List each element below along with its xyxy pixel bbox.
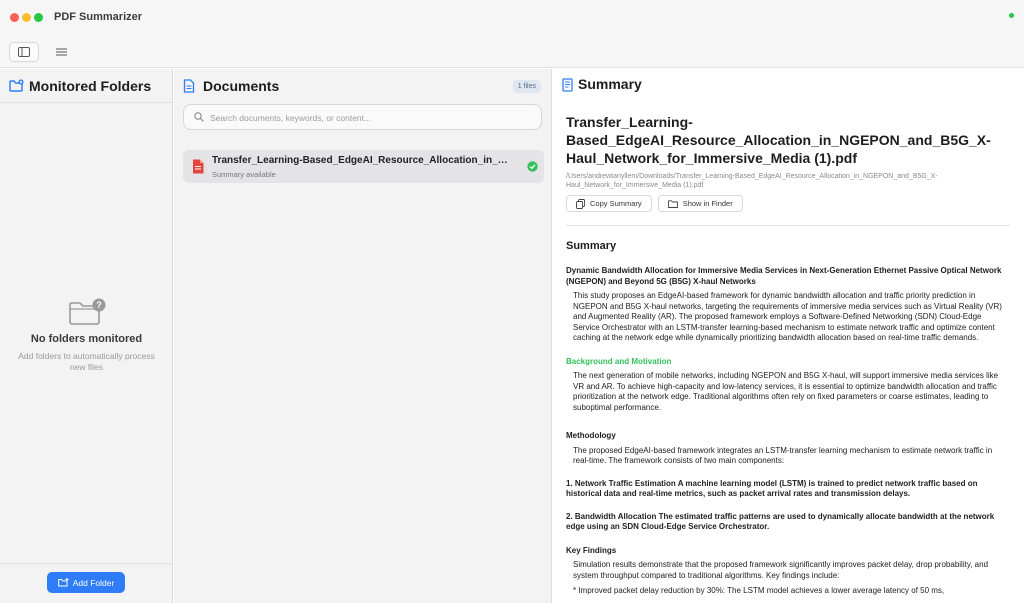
- background-title: Background and Motivation: [566, 356, 672, 366]
- paper-main-title: Dynamic Bandwidth Allocation for Immersi…: [566, 266, 1002, 286]
- folder-add-icon: [9, 79, 24, 92]
- method-item-2: 2. Bandwidth Allocation The estimated tr…: [566, 511, 995, 532]
- check-circle-icon: [527, 161, 538, 172]
- show-in-finder-label: Show in Finder: [682, 199, 733, 208]
- files-count-badge: 1 files: [512, 80, 541, 93]
- search-input[interactable]: [210, 109, 530, 126]
- summary-content: Transfer_Learning-Based_EdgeAI_Resource_…: [566, 113, 1010, 597]
- toggle-sidebar-button[interactable]: [9, 42, 39, 62]
- empty-state-subtitle: Add folders to automatically process new…: [18, 351, 155, 372]
- background-paragraph: The next generation of mobile networks, …: [573, 371, 999, 412]
- left-footer: Add Folder: [0, 563, 173, 603]
- app-title: PDF Summarizer: [54, 11, 143, 23]
- monitored-folders-pane: Monitored Folders ? No folders monitored…: [0, 69, 173, 603]
- document-status: Summary available: [212, 170, 276, 179]
- methodology-title: Methodology: [566, 431, 616, 440]
- summary-heading: Summary: [566, 240, 617, 252]
- folder-plus-icon: [57, 578, 69, 587]
- empty-state-title: No folders monitored: [30, 333, 143, 345]
- status-indicator: [1009, 13, 1014, 18]
- pdf-title: Transfer_Learning-Based_EdgeAI_Resource_…: [566, 114, 991, 166]
- document-name: Transfer_Learning-Based_EdgeAI_Resource_…: [212, 155, 512, 166]
- search-box: [183, 104, 542, 130]
- divider: [566, 225, 1010, 226]
- svg-text:?: ?: [96, 300, 102, 310]
- folder-question-icon: ?: [68, 298, 105, 325]
- intro-paragraph: This study proposes an EdgeAI-based fram…: [573, 291, 1002, 342]
- summary-document-icon: [562, 78, 573, 92]
- key-findings-title: Key Findings: [566, 545, 617, 555]
- key-findings-paragraph: Simulation results demonstrate that the …: [573, 560, 989, 580]
- monitored-folders-title: Monitored Folders: [29, 78, 152, 94]
- minimize-window-button[interactable]: [22, 13, 31, 22]
- documents-pane: Documents 1 files Transfer_Learning-Base…: [174, 69, 552, 603]
- close-window-button[interactable]: [10, 13, 19, 22]
- documents-header: Documents 1 files: [174, 69, 551, 103]
- copy-summary-label: Copy Summary: [590, 199, 642, 208]
- copy-icon: [576, 198, 585, 209]
- summary-actions: Copy Summary Show in Finder: [566, 195, 1010, 212]
- toolbar: [0, 36, 1024, 68]
- list-icon: [55, 48, 67, 56]
- title-bar: PDF Summarizer: [0, 0, 1024, 36]
- summary-header: Summary: [553, 69, 1024, 103]
- monitored-folders-header: Monitored Folders: [0, 69, 172, 103]
- documents-title: Documents: [203, 78, 280, 94]
- show-in-finder-button[interactable]: Show in Finder: [657, 195, 743, 212]
- summary-pane: Summary Transfer_Learning-Based_EdgeAI_R…: [553, 69, 1024, 603]
- copy-summary-button[interactable]: Copy Summary: [566, 195, 652, 212]
- pdf-file-icon: [193, 159, 204, 174]
- pdf-path: /Users/andrewtanyllem/Downloads/Transfer…: [566, 173, 938, 189]
- method-item-1: 1. Network Traffic Estimation A machine …: [566, 478, 978, 499]
- finding-bullet-1: * Improved packet delay reduction by 30%…: [573, 586, 945, 595]
- document-icon: [183, 79, 195, 93]
- zoom-window-button[interactable]: [34, 13, 43, 22]
- document-row[interactable]: Transfer_Learning-Based_EdgeAI_Resource_…: [183, 150, 544, 183]
- sidebar-icon: [18, 47, 30, 57]
- summary-pane-title: Summary: [578, 76, 642, 92]
- empty-state: ? No folders monitored Add folders to au…: [0, 297, 173, 373]
- add-folder-button[interactable]: Add Folder: [47, 572, 125, 593]
- methodology-paragraph: The proposed EdgeAI-based framework inte…: [573, 445, 993, 466]
- list-view-button[interactable]: [46, 42, 76, 62]
- search-icon: [194, 112, 204, 122]
- add-folder-label: Add Folder: [72, 577, 115, 588]
- folder-icon: [667, 199, 678, 208]
